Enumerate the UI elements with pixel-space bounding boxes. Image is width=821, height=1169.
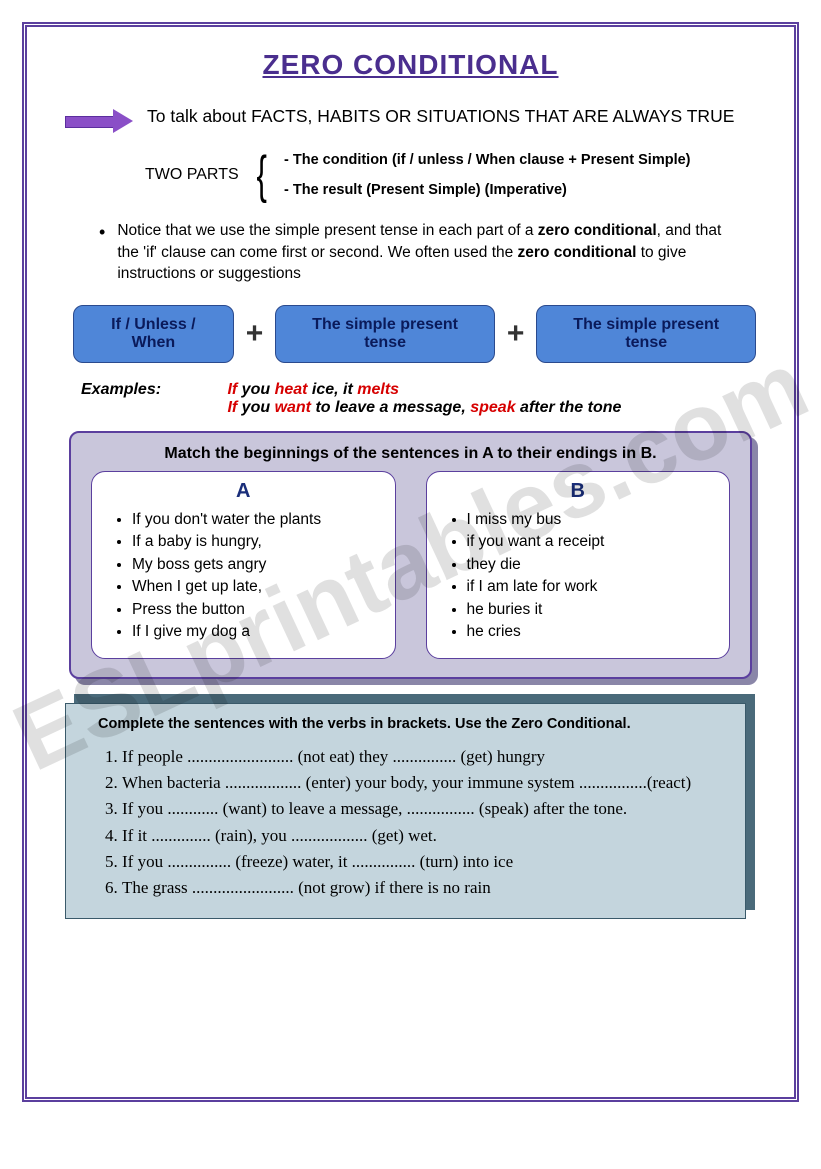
two-parts-label: TWO PARTS	[145, 166, 239, 184]
brace-icon: {	[256, 152, 266, 199]
list-item: When I get up late,	[132, 576, 377, 598]
list-item: if I am late for work	[467, 576, 712, 598]
match-title: Match the beginnings of the sentences in…	[91, 445, 730, 463]
list-item: If you don't water the plants	[132, 509, 377, 531]
examples-block: Examples: If you heat ice, it melts If y…	[81, 381, 756, 417]
examples-label: Examples:	[81, 381, 223, 399]
arrow-icon	[65, 111, 135, 131]
list-item: he buries it	[467, 599, 712, 621]
page-title: ZERO CONDITIONAL	[65, 49, 756, 81]
notice-text: Notice that we use the simple present te…	[99, 220, 728, 285]
list-item: The grass ........................ (not …	[122, 875, 723, 901]
plus-icon: +	[246, 317, 264, 351]
formula-row: If / Unless / When + The simple present …	[73, 305, 756, 363]
formula-box-3: The simple present tense	[536, 305, 756, 363]
formula-box-2: The simple present tense	[275, 305, 495, 363]
worksheet-frame: ESLprintables.com ZERO CONDITIONAL To ta…	[22, 22, 799, 1102]
list-item: If I give my dog a	[132, 621, 377, 643]
list-item: he cries	[467, 621, 712, 643]
column-b: B I miss my bus if you want a receipt th…	[426, 471, 731, 659]
intro-text: To talk about FACTS, HABITS OR SITUATION…	[147, 105, 734, 129]
plus-icon: +	[507, 317, 525, 351]
list-item: if you want a receipt	[467, 531, 712, 553]
list-item: they die	[467, 554, 712, 576]
list-item: I miss my bus	[467, 509, 712, 531]
result-line: - The result (Present Simple) (Imperativ…	[284, 175, 690, 205]
match-exercise: Match the beginnings of the sentences in…	[69, 431, 752, 679]
list-item: If it .............. (rain), you .......…	[122, 823, 723, 849]
two-parts-lines: - The condition (if / unless / When clau…	[284, 145, 690, 206]
column-a-head: A	[110, 480, 377, 503]
list-item: When bacteria .................. (enter)…	[122, 770, 723, 796]
list-item: If people ......................... (not…	[122, 744, 723, 770]
complete-title: Complete the sentences with the verbs in…	[98, 716, 723, 732]
two-parts-block: TWO PARTS { - The condition (if / unless…	[145, 145, 756, 206]
example-2: If you want to leave a message, speak af…	[227, 399, 621, 417]
complete-exercise: Complete the sentences with the verbs in…	[65, 703, 746, 919]
column-a: A If you don't water the plants If a bab…	[91, 471, 396, 659]
column-b-head: B	[445, 480, 712, 503]
condition-line: - The condition (if / unless / When clau…	[284, 145, 690, 175]
list-item: If you ............... (freeze) water, i…	[122, 849, 723, 875]
formula-box-1: If / Unless / When	[73, 305, 234, 363]
list-item: If a baby is hungry,	[132, 531, 377, 553]
list-item: If you ............ (want) to leave a me…	[122, 796, 723, 822]
list-item: My boss gets angry	[132, 554, 377, 576]
example-1: If you heat ice, it melts	[227, 381, 621, 399]
list-item: Press the button	[132, 599, 377, 621]
intro-row: To talk about FACTS, HABITS OR SITUATION…	[65, 105, 756, 131]
